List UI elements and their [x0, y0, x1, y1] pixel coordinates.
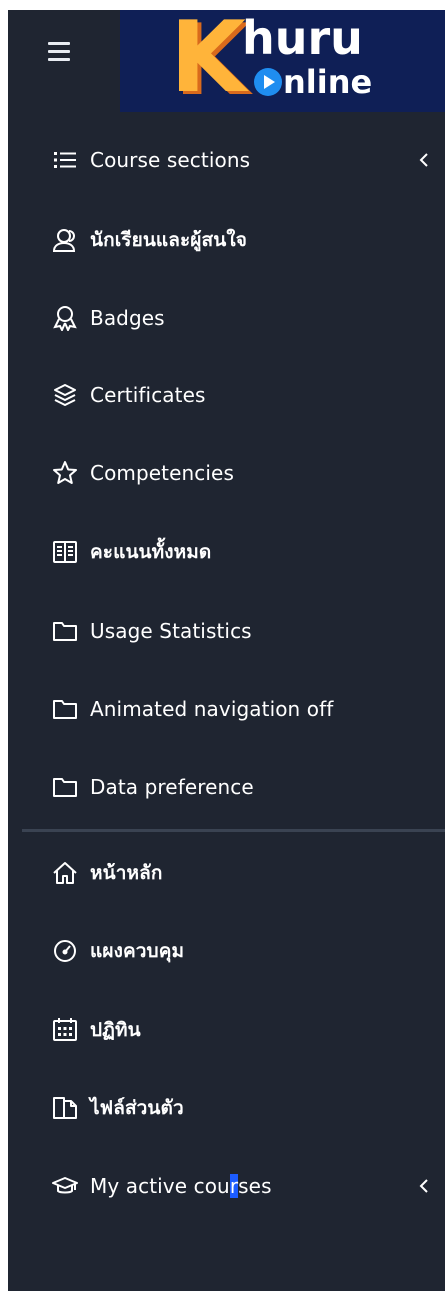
nav-item-animated-navigation[interactable]: Animated navigation off [8, 677, 445, 741]
layers-icon [52, 382, 78, 408]
nav-item-label: Course sections [90, 148, 251, 172]
nav-item-grades[interactable]: คะแนนทั้งหมด [8, 520, 445, 584]
nav-item-label: นักเรียนและผู้สนใจ [90, 229, 247, 251]
nav-item-label: คะแนนทั้งหมด [90, 541, 212, 563]
files-icon [52, 1095, 78, 1121]
nav-item-label: Competencies [90, 461, 234, 485]
users-icon [52, 227, 78, 253]
badge-icon [52, 305, 78, 331]
folder-icon [52, 696, 78, 722]
folder-icon [52, 774, 78, 800]
logo-text-bottom: nline [254, 62, 372, 102]
calendar-icon [52, 1017, 78, 1043]
home-icon [52, 860, 78, 886]
nav-item-usage-statistics[interactable]: Usage Statistics [8, 599, 445, 663]
text-cursor-highlight: r [229, 1174, 239, 1198]
dashboard-icon [52, 938, 78, 964]
chevron-left-icon[interactable] [417, 1177, 431, 1195]
label-part: ses [238, 1174, 272, 1198]
nav-item-certificates[interactable]: Certificates [8, 363, 445, 427]
nav-item-label: Usage Statistics [90, 619, 252, 643]
nav-item-private-files[interactable]: ไฟล์ส่วนตัว [8, 1076, 445, 1140]
nav-item-course-sections[interactable]: Course sections [8, 128, 445, 192]
nav-item-home[interactable]: หน้าหลัก [8, 841, 445, 905]
chevron-left-icon[interactable] [417, 151, 431, 169]
nav-item-label: แผงควบคุม [90, 940, 185, 962]
nav-item-my-active-courses[interactable]: My active courses [8, 1154, 445, 1218]
nav-divider [22, 829, 445, 832]
nav-item-participants[interactable]: นักเรียนและผู้สนใจ [8, 208, 445, 272]
nav-drawer: K huru nline Course sections นักเรียนและ… [8, 10, 445, 1291]
star-icon [52, 460, 78, 486]
graduation-cap-icon [52, 1173, 78, 1199]
gradebook-icon [52, 539, 78, 565]
play-icon [254, 68, 282, 96]
drawer-header: K huru nline [8, 10, 445, 112]
nav-item-badges[interactable]: Badges [8, 286, 445, 350]
nav-item-label: Animated navigation off [90, 697, 334, 721]
nav-item-data-preference[interactable]: Data preference [8, 755, 445, 819]
list-icon [52, 147, 78, 173]
label-part: My active cou [90, 1174, 230, 1198]
nav-item-label: My active courses [90, 1174, 272, 1198]
logo-text-top: huru [242, 11, 363, 65]
logo-letter-k: K [170, 10, 246, 112]
nav-item-calendar[interactable]: ปฏิทิน [8, 998, 445, 1062]
nav-item-label: Badges [90, 306, 165, 330]
nav-item-label: Data preference [90, 775, 254, 799]
nav-item-label: ปฏิทิน [90, 1019, 141, 1041]
nav-item-label: ไฟล์ส่วนตัว [90, 1097, 184, 1119]
nav-item-dashboard[interactable]: แผงควบคุม [8, 919, 445, 983]
site-logo[interactable]: K huru nline [120, 10, 445, 112]
folder-icon [52, 618, 78, 644]
menu-toggle-button[interactable] [48, 42, 70, 62]
logo-text-bottom-label: nline [283, 63, 373, 101]
nav-item-competencies[interactable]: Competencies [8, 441, 445, 505]
nav-item-label: Certificates [90, 383, 206, 407]
nav-item-label: หน้าหลัก [90, 862, 163, 884]
